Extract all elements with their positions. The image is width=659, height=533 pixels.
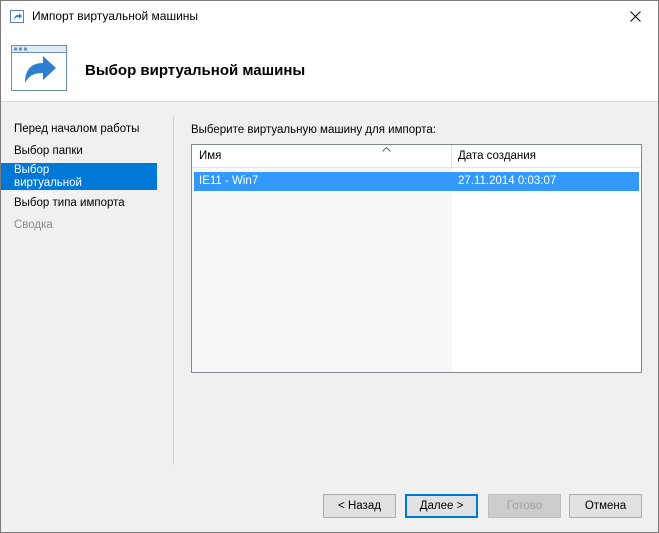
vm-created-cell: 27.11.2014 0:03:07: [458, 175, 557, 187]
step-before-you-begin[interactable]: Перед началом работы: [1, 123, 173, 136]
next-button[interactable]: Далее >: [405, 494, 478, 518]
title-bar[interactable]: Импорт виртуальной машины: [1, 1, 658, 32]
wizard-steps: Перед началом работы Выбор папки Выбор в…: [1, 102, 175, 464]
import-arrow-icon: [10, 10, 24, 23]
list-header: Имя Дата создания: [192, 145, 641, 168]
finish-button: Готово: [488, 494, 561, 518]
column-header-created[interactable]: Дата создания: [451, 145, 641, 168]
wizard-header: Выбор виртуальной машины: [1, 32, 658, 102]
step-locate-folder[interactable]: Выбор папки: [1, 145, 173, 158]
step-summary: Сводка: [14, 219, 53, 231]
sidebar-divider: [173, 117, 174, 465]
name-column-background: [192, 168, 452, 372]
import-vm-wizard-window: Импорт виртуальной машины Выбор виртуаль…: [0, 0, 659, 533]
column-header-name[interactable]: Имя: [192, 145, 451, 168]
import-window-icon: [11, 45, 67, 91]
back-button[interactable]: < Назад: [323, 494, 396, 518]
vm-name-cell: IE11 - Win7: [199, 175, 259, 187]
cancel-button[interactable]: Отмена: [569, 494, 642, 518]
step-choose-import-type[interactable]: Выбор типа импорта: [1, 197, 173, 210]
page-title: Выбор виртуальной машины: [85, 62, 306, 79]
close-icon: [629, 11, 641, 22]
step-select-vm[interactable]: Выбор виртуальной машины: [1, 163, 157, 202]
window-title: Импорт виртуальной машины: [32, 9, 199, 23]
select-vm-prompt: Выберите виртуальную машину для импорта:: [191, 124, 436, 136]
vm-list[interactable]: Имя Дата создания IE11 - Win7 27.11.2014…: [191, 144, 642, 373]
table-row[interactable]: IE11 - Win7 27.11.2014 0:03:07: [194, 172, 639, 191]
close-button[interactable]: [612, 1, 658, 32]
